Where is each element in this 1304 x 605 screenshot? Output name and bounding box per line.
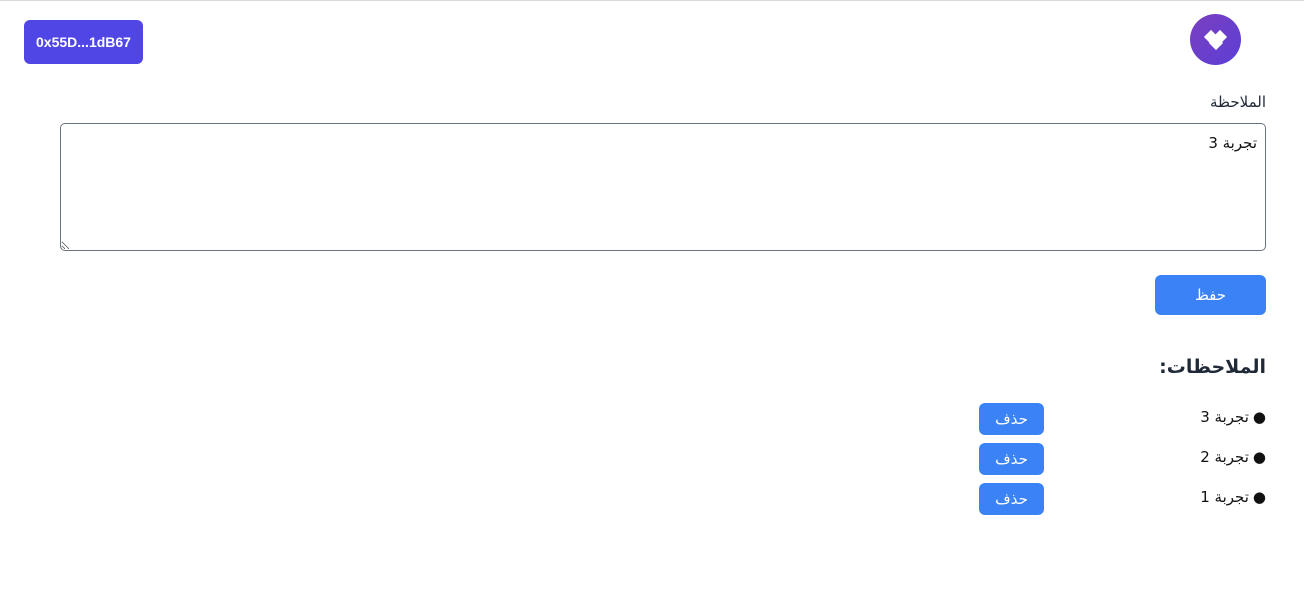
note-text: ●تجربة 1 [1200, 488, 1266, 506]
note-text-value: تجربة 2 [1200, 448, 1249, 466]
delete-button[interactable]: حذف [979, 443, 1044, 475]
list-item: ●تجربة 1 حذف [979, 483, 1266, 515]
list-item: ●تجربة 2 حذف [979, 443, 1266, 475]
note-text-value: تجربة 3 [1200, 408, 1249, 426]
bullet-icon: ● [1252, 448, 1266, 466]
bullet-icon: ● [1252, 488, 1266, 506]
wallet-logo-icon [1190, 14, 1241, 65]
note-textarea[interactable] [60, 123, 1266, 251]
delete-button[interactable]: حذف [979, 403, 1044, 435]
note-text: ●تجربة 2 [1200, 448, 1266, 466]
list-item: ●تجربة 3 حذف [979, 403, 1266, 435]
save-button[interactable]: حفظ [1155, 275, 1266, 315]
top-divider [0, 0, 1304, 1]
bullet-icon: ● [1252, 408, 1266, 426]
note-text: ●تجربة 3 [1200, 408, 1266, 426]
note-text-value: تجربة 1 [1200, 488, 1249, 506]
delete-button[interactable]: حذف [979, 483, 1044, 515]
note-field-label: الملاحظة [1210, 93, 1266, 111]
notes-heading: الملاحظات: [1159, 356, 1266, 378]
wallet-address-button[interactable]: 0x55D...1dB67 [24, 20, 143, 64]
